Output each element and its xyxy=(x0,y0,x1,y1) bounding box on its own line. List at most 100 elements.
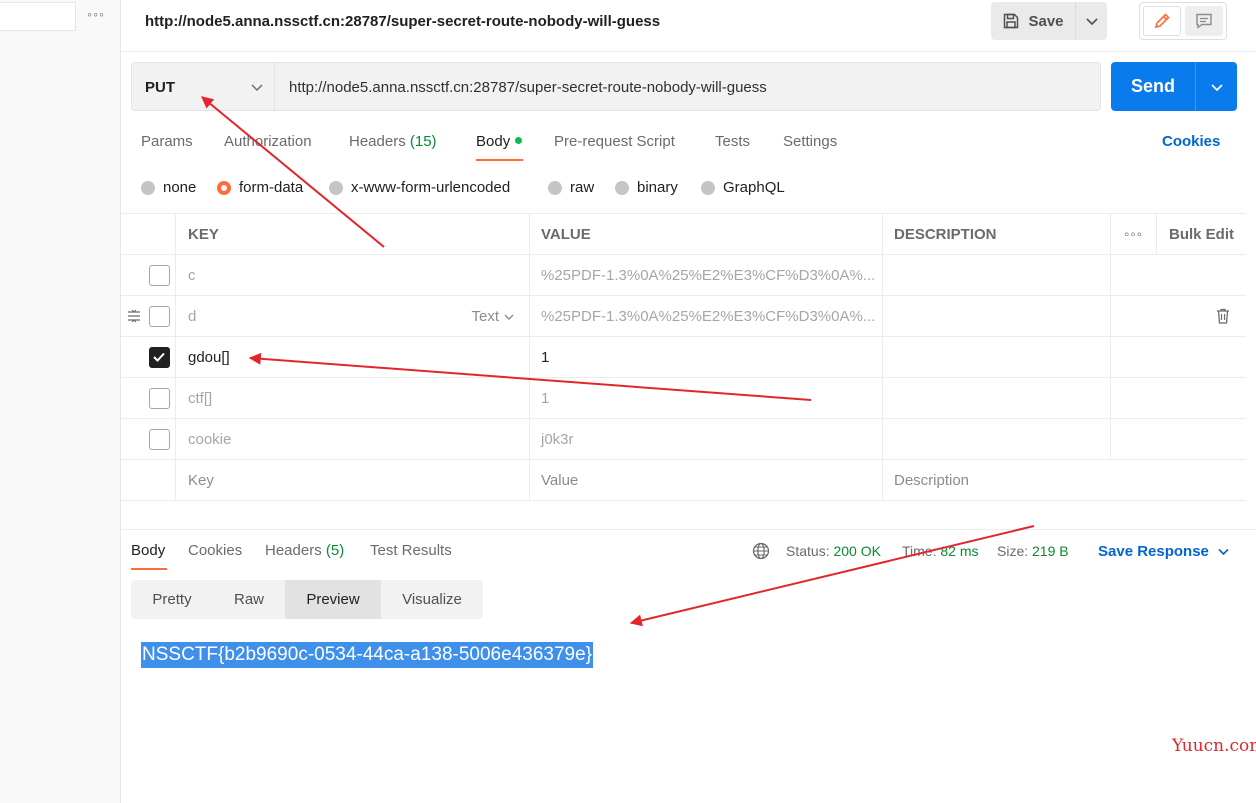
new-value-input[interactable]: Value xyxy=(530,460,883,500)
table-header-row: KEY VALUE DESCRIPTION ◦◦◦ Bulk Edit xyxy=(121,213,1246,255)
size-readout[interactable]: Size: 219 B xyxy=(997,543,1069,559)
chevron-down-icon xyxy=(1218,548,1229,556)
view-visualize[interactable]: Visualize xyxy=(381,580,483,619)
tab-body[interactable]: Body xyxy=(476,133,523,150)
tab-params[interactable]: Params xyxy=(141,133,193,150)
save-options-button[interactable] xyxy=(1075,2,1107,40)
left-sidebar: ◦◦◦ xyxy=(0,0,121,803)
globe-icon[interactable] xyxy=(752,542,770,560)
description-cell[interactable] xyxy=(883,255,1111,295)
new-description-input[interactable]: Description xyxy=(883,460,1247,500)
edit-mode-button[interactable] xyxy=(1143,6,1181,36)
floppy-disk-icon xyxy=(1004,13,1019,29)
value-cell[interactable]: j0k3r xyxy=(530,419,883,459)
cookies-link[interactable]: Cookies xyxy=(1162,133,1220,150)
radio-dot xyxy=(329,180,343,195)
tab-settings[interactable]: Settings xyxy=(783,133,837,150)
bulk-edit-button[interactable]: Bulk Edit xyxy=(1157,214,1246,254)
tab-authorization[interactable]: Authorization xyxy=(224,133,312,150)
key-cell[interactable]: ctf[] xyxy=(176,378,530,418)
request-header-bar: http://node5.anna.nssctf.cn:28787/super-… xyxy=(121,0,1256,52)
url-text: http://node5.anna.nssctf.cn:28787/super-… xyxy=(289,79,767,96)
trash-icon[interactable] xyxy=(1215,307,1231,325)
row-checkbox[interactable] xyxy=(149,347,170,368)
status-label: Status: xyxy=(786,543,830,559)
save-button-group: Save xyxy=(991,2,1107,40)
view-raw[interactable]: Raw xyxy=(213,580,285,619)
key-cell[interactable]: cookie xyxy=(176,419,530,459)
radio-none[interactable]: none xyxy=(141,179,196,196)
description-cell[interactable] xyxy=(883,378,1111,418)
tab-label: Tests xyxy=(715,133,751,150)
value-cell[interactable]: 1 xyxy=(530,337,883,377)
sidebar-search-input[interactable] xyxy=(0,2,76,31)
table-row: d Text %25PDF-1.3%0A%25%E2%E3%CF%D3%0A%.… xyxy=(121,296,1246,337)
key-type-label: Text xyxy=(471,308,499,325)
check-cell xyxy=(121,419,176,459)
tab-label: Pre-request Script xyxy=(554,133,675,150)
request-title[interactable]: http://node5.anna.nssctf.cn:28787/super-… xyxy=(145,13,660,30)
view-pretty[interactable]: Pretty xyxy=(131,580,213,619)
column-header-key: KEY xyxy=(176,214,530,254)
send-button[interactable]: Send xyxy=(1111,62,1195,111)
radio-x-www-form-urlencoded[interactable]: x-www-form-urlencoded xyxy=(329,179,510,196)
size-label: Size: xyxy=(997,543,1029,559)
radio-form-data[interactable]: form-data xyxy=(217,179,303,196)
row-checkbox[interactable] xyxy=(149,429,170,450)
key-cell[interactable]: d Text xyxy=(176,296,530,336)
response-tab-cookies[interactable]: Cookies xyxy=(188,542,242,559)
radio-graphql[interactable]: GraphQL xyxy=(701,179,785,196)
comments-button[interactable] xyxy=(1185,6,1223,36)
radio-label: binary xyxy=(637,179,678,196)
radio-label: form-data xyxy=(239,179,304,196)
response-tab-headers[interactable]: Headers (5) xyxy=(265,542,344,559)
time-readout[interactable]: Time: 82 ms xyxy=(902,543,979,559)
arrow-to-response xyxy=(629,525,1035,627)
pencil-icon xyxy=(1154,13,1170,29)
time-label: Time: xyxy=(902,543,937,559)
new-key-input[interactable]: Key xyxy=(176,460,530,500)
form-data-table: KEY VALUE DESCRIPTION ◦◦◦ Bulk Edit c %2… xyxy=(121,213,1246,501)
row-checkbox[interactable] xyxy=(149,265,170,286)
send-button-group: Send xyxy=(1111,62,1237,111)
save-response-button[interactable]: Save Response xyxy=(1098,543,1230,560)
description-cell[interactable] xyxy=(883,419,1111,459)
time-value: 82 ms xyxy=(940,543,979,559)
value-cell[interactable]: %25PDF-1.3%0A%25%E2%E3%CF%D3%0A%... xyxy=(530,296,883,336)
tab-headers[interactable]: Headers (15) xyxy=(349,133,437,150)
tab-label: Body xyxy=(131,542,166,559)
table-row: ctf[] 1 xyxy=(121,378,1246,419)
response-body-text[interactable]: NSSCTF{b2b9690c-0534-44ca-a138-5006e4363… xyxy=(141,642,594,668)
response-divider[interactable] xyxy=(121,529,1256,530)
key-text: d xyxy=(188,307,197,325)
value-cell[interactable]: 1 xyxy=(530,378,883,418)
drag-handle-icon[interactable] xyxy=(126,308,142,324)
send-options-button[interactable] xyxy=(1195,62,1237,111)
key-cell[interactable]: c xyxy=(176,255,530,295)
description-cell[interactable] xyxy=(883,337,1111,377)
value-cell[interactable]: %25PDF-1.3%0A%25%E2%E3%CF%D3%0A%... xyxy=(530,255,883,295)
radio-binary[interactable]: binary xyxy=(615,179,678,196)
more-horizontal-icon[interactable]: ◦◦◦ xyxy=(84,6,108,26)
response-tab-test-results[interactable]: Test Results xyxy=(370,542,452,559)
tab-label: Authorization xyxy=(224,133,312,150)
save-button[interactable]: Save xyxy=(991,2,1075,40)
row-checkbox[interactable] xyxy=(149,388,170,409)
tab-label: Settings xyxy=(783,133,838,150)
url-input[interactable]: http://node5.anna.nssctf.cn:28787/super-… xyxy=(275,62,1101,111)
tab-pre-request-script[interactable]: Pre-request Script xyxy=(554,133,675,150)
key-cell[interactable]: gdou[] xyxy=(176,337,530,377)
tab-label: Body xyxy=(476,133,511,150)
radio-raw[interactable]: raw xyxy=(548,179,594,196)
tab-label: Headers xyxy=(349,133,406,150)
status-readout[interactable]: Status: 200 OK xyxy=(786,543,881,559)
method-select[interactable]: PUT xyxy=(131,62,275,111)
tab-tests[interactable]: Tests xyxy=(715,133,750,150)
description-cell[interactable] xyxy=(883,296,1111,336)
response-tab-body[interactable]: Body xyxy=(131,542,165,559)
view-preview[interactable]: Preview xyxy=(285,580,381,619)
key-type-select[interactable]: Text xyxy=(471,308,515,325)
radio-dot xyxy=(217,180,231,195)
more-horizontal-icon[interactable]: ◦◦◦ xyxy=(1111,214,1157,254)
row-checkbox[interactable] xyxy=(149,306,170,327)
